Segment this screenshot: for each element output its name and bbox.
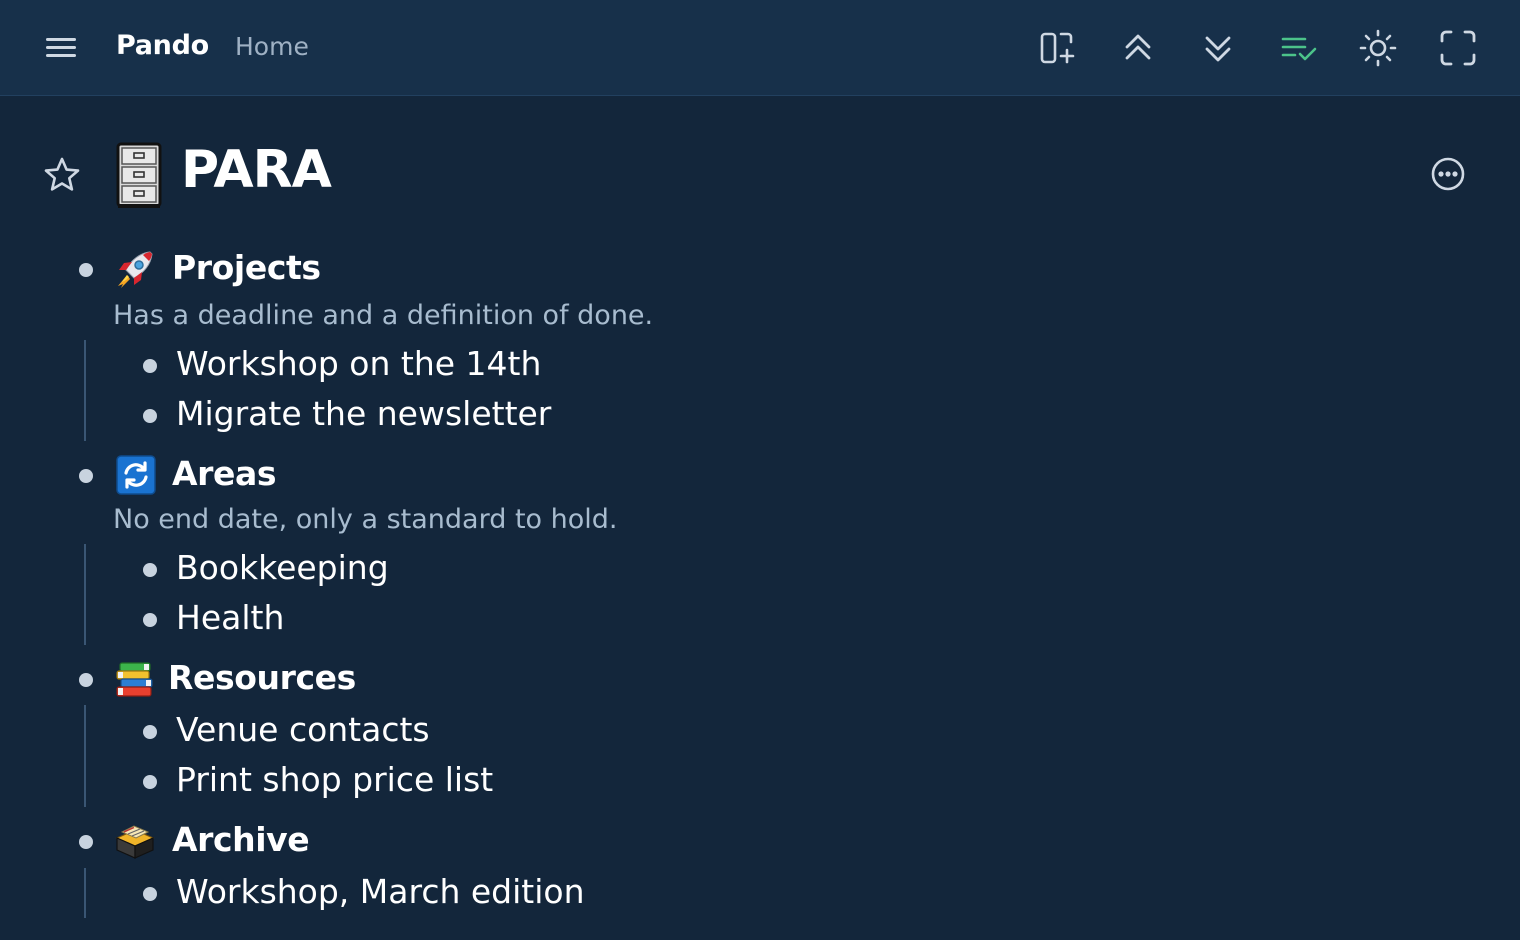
archive-children-guide — [84, 868, 86, 918]
list-item-bullet[interactable] — [143, 563, 157, 577]
list-item-bullet[interactable] — [143, 725, 157, 739]
app-name[interactable]: Pando — [116, 30, 209, 61]
list-item[interactable]: Health — [176, 598, 284, 637]
list-item[interactable]: Bookkeeping — [176, 548, 389, 587]
more-options-icon[interactable] — [1428, 154, 1468, 194]
breadcrumb-home[interactable]: Home — [235, 32, 309, 61]
areas-children-guide — [84, 544, 86, 645]
add-panel-icon[interactable] — [1038, 28, 1078, 68]
resources-title[interactable]: Resources — [168, 658, 356, 697]
top-bar: Pando Home — [0, 0, 1520, 96]
list-item-bullet[interactable] — [143, 409, 157, 423]
checklist-icon[interactable] — [1279, 28, 1319, 68]
list-item[interactable]: Workshop on the 14th — [176, 344, 541, 383]
page-title[interactable]: PARA — [181, 140, 332, 200]
list-item[interactable]: Migrate the newsletter — [176, 394, 551, 433]
list-item[interactable]: Venue contacts — [176, 710, 430, 749]
refresh-icon — [115, 454, 157, 496]
projects-title[interactable]: Projects — [172, 248, 321, 287]
expand-all-icon[interactable] — [1198, 28, 1238, 68]
resources-children-guide — [84, 705, 86, 807]
areas-title[interactable]: Areas — [172, 454, 277, 493]
archive-title[interactable]: Archive — [172, 820, 310, 859]
areas-bullet[interactable] — [79, 469, 93, 483]
areas-note[interactable]: No end date, only a standard to hold. — [113, 504, 618, 535]
fullscreen-icon[interactable] — [1438, 28, 1478, 68]
collapse-all-icon[interactable] — [1118, 28, 1158, 68]
list-item[interactable]: Workshop, March edition — [176, 872, 585, 911]
list-item-bullet[interactable] — [143, 359, 157, 373]
list-item[interactable]: Print shop price list — [176, 760, 493, 799]
list-item-bullet[interactable] — [143, 775, 157, 789]
brightness-icon[interactable] — [1358, 28, 1398, 68]
books-icon — [114, 659, 156, 701]
list-item-bullet[interactable] — [143, 613, 157, 627]
archive-box-icon — [114, 820, 156, 862]
projects-bullet[interactable] — [79, 263, 93, 277]
resources-bullet[interactable] — [79, 673, 93, 687]
hamburger-menu-icon[interactable] — [44, 34, 80, 62]
file-cabinet-icon — [114, 142, 164, 210]
projects-children-guide — [84, 340, 86, 441]
favorite-star-icon[interactable] — [42, 155, 82, 195]
rocket-icon — [114, 248, 156, 290]
projects-note[interactable]: Has a deadline and a definition of done. — [113, 300, 653, 331]
list-item-bullet[interactable] — [143, 887, 157, 901]
archive-bullet[interactable] — [79, 835, 93, 849]
